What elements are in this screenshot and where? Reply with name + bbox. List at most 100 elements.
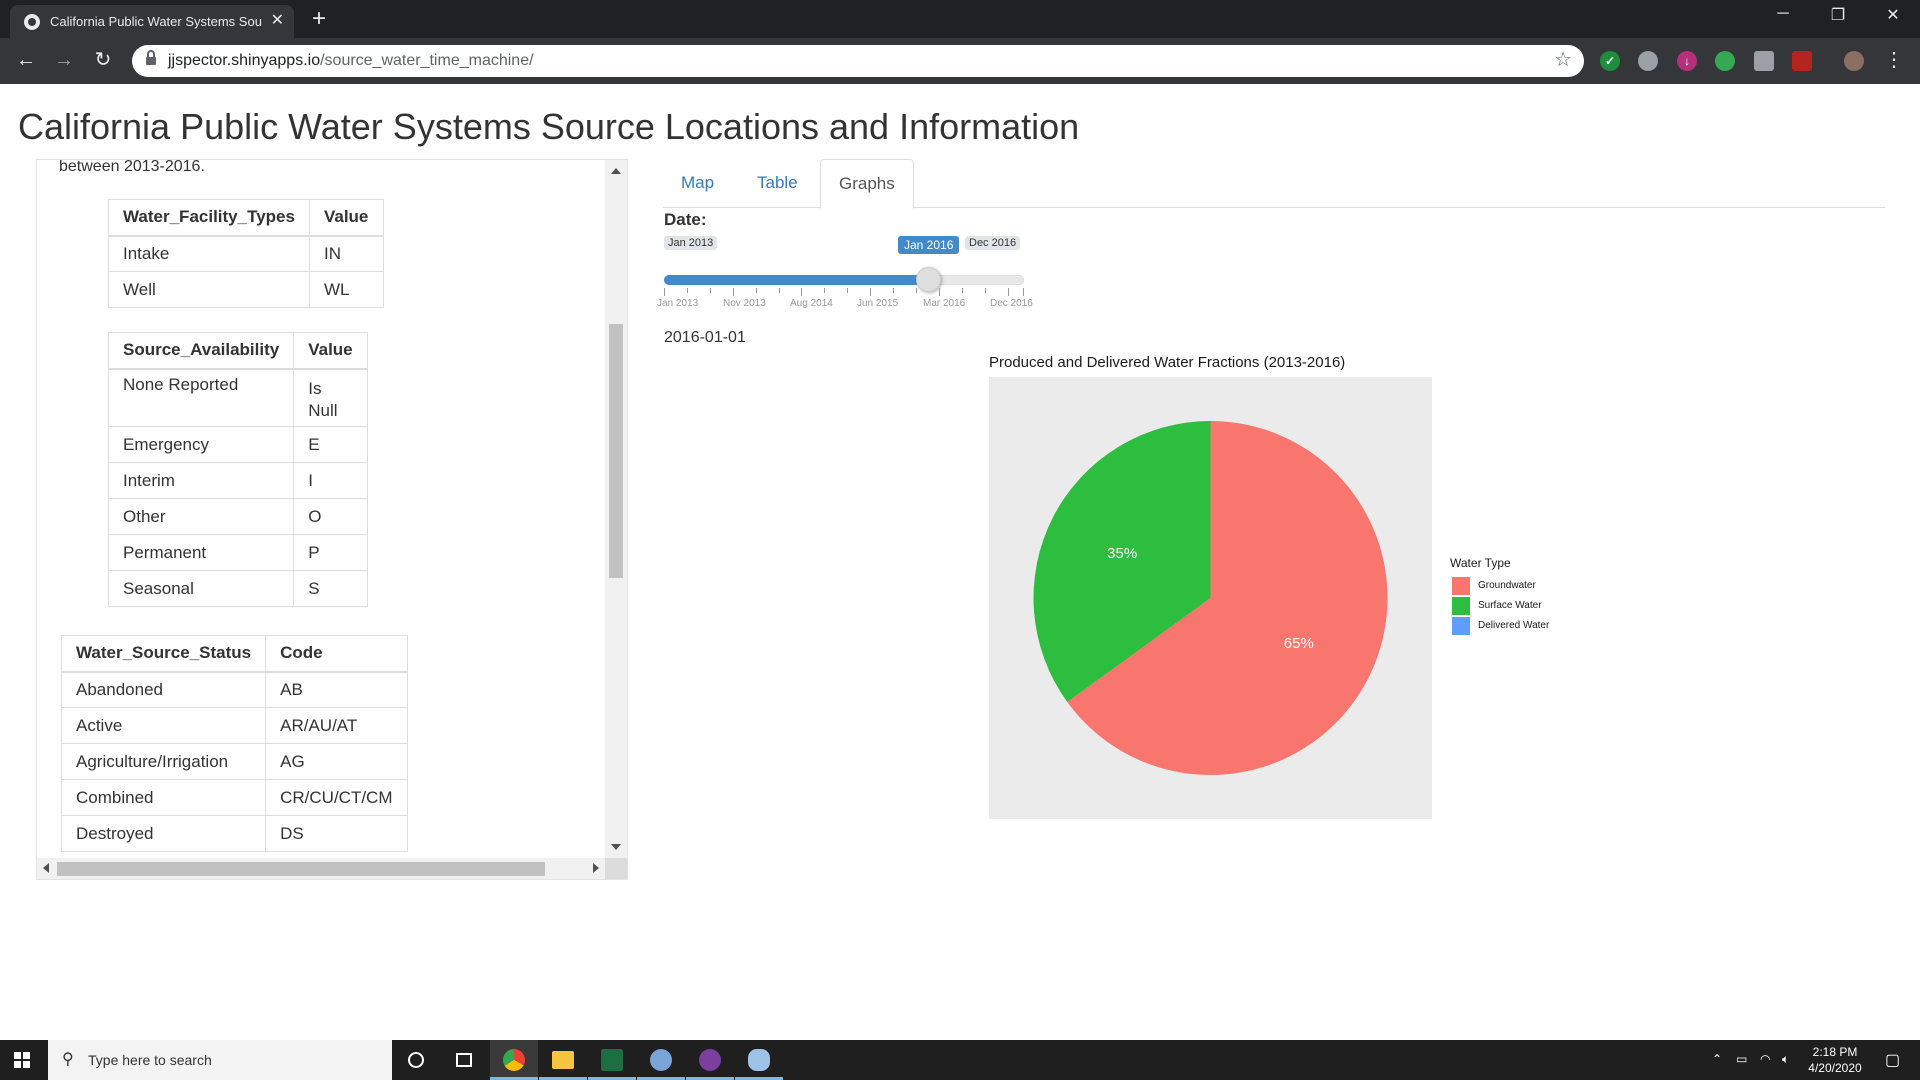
bookmark-star-icon[interactable]: ☆	[1554, 49, 1572, 71]
windows-start-icon[interactable]	[14, 1052, 30, 1068]
page-title: California Public Water Systems Source L…	[18, 106, 1080, 147]
search-icon: ⚲	[62, 1051, 74, 1068]
table-cell-text: Is Null	[308, 378, 338, 420]
app-purple-icon[interactable]	[686, 1040, 734, 1080]
back-button[interactable]: ←	[14, 49, 38, 71]
profile-avatar[interactable]	[1844, 51, 1864, 71]
chart-legend: Water Type Groundwater Surface Water Del…	[1450, 556, 1549, 636]
table-row: Intake IN	[108, 235, 384, 272]
source-availability-table: Source_Availability Value None Reported I…	[107, 332, 369, 607]
table-cell: None Reported	[107, 368, 295, 427]
table-cell: IN	[308, 235, 384, 272]
reload-button[interactable]: ↻	[91, 49, 115, 71]
table-cell: Agriculture/Irrigation	[60, 743, 267, 780]
taskbar-search-box[interactable]: ⚲ Type here to search	[48, 1040, 392, 1080]
table-cell: Well	[108, 271, 310, 308]
slider-tick	[984, 288, 986, 293]
table-cell: P	[293, 534, 369, 571]
extension-check-icon[interactable]: ✓	[1600, 51, 1620, 71]
chevron-up-icon[interactable]: ⌃	[1712, 1052, 1722, 1066]
plot-panel: 65% 35%	[989, 377, 1432, 819]
table-cell: Combined	[60, 779, 267, 816]
close-window-button[interactable]: ✕	[1870, 5, 1916, 25]
slider-value-label: Jan 2016	[898, 236, 960, 254]
table-header: Code	[265, 635, 408, 673]
extension-reader-icon[interactable]	[1754, 51, 1774, 71]
slider-tick	[893, 288, 895, 293]
table-row: Active AR/AU/AT	[60, 707, 408, 744]
cortana-icon[interactable]	[392, 1040, 440, 1080]
tab-table[interactable]: Table	[739, 159, 816, 208]
minimize-button[interactable]: ─	[1760, 5, 1806, 23]
legend-item: Surface Water	[1450, 596, 1542, 616]
scroll-up-arrow-icon[interactable]	[611, 168, 621, 174]
address-bar[interactable]: jjspector.shinyapps.io/source_water_time…	[132, 45, 1584, 77]
slider-tick	[938, 288, 940, 296]
legend-title: Water Type	[1450, 556, 1511, 570]
task-view-icon[interactable]	[440, 1040, 488, 1080]
table-row: Agriculture/Irrigation AG	[60, 743, 408, 780]
restore-button[interactable]: ❐	[1815, 5, 1861, 25]
vertical-scroll-thumb[interactable]	[609, 324, 623, 578]
sidebar-panel[interactable]: between 2013-2016. Water_Facility_Types …	[36, 159, 628, 880]
tab-map[interactable]: Map	[663, 159, 732, 208]
legend-label: Delivered Water	[1478, 620, 1550, 631]
tick-label: Aug 2014	[790, 298, 833, 309]
date-label: Date:	[664, 210, 707, 229]
slider-ticks	[664, 288, 1024, 296]
extension-download-icon[interactable]: ↓	[1677, 51, 1697, 71]
browser-tab[interactable]: California Public Water Systems Source ✕	[10, 5, 294, 38]
table-header: Water_Facility_Types	[108, 199, 310, 237]
paint-icon[interactable]	[735, 1040, 783, 1080]
file-explorer-icon[interactable]	[539, 1040, 587, 1080]
horizontal-scroll-thumb[interactable]	[57, 862, 545, 876]
slider-tick	[709, 288, 711, 293]
slider-tick	[801, 288, 803, 296]
battery-icon[interactable]: ▭	[1736, 1052, 1747, 1066]
extension-circle-icon[interactable]	[1638, 51, 1658, 71]
lock-icon	[146, 50, 156, 66]
slider-tick	[824, 288, 826, 293]
table-cell: Permanent	[107, 534, 295, 571]
r-app-icon[interactable]	[637, 1040, 685, 1080]
slider-tick	[686, 288, 688, 293]
tab-graphs[interactable]: Graphs	[820, 159, 914, 209]
table-row: Interim I	[107, 462, 369, 499]
notification-icon[interactable]: ▢	[1885, 1050, 1900, 1070]
menu-kebab-icon[interactable]: ⋮	[1882, 49, 1906, 71]
vertical-scrollbar[interactable]	[605, 160, 627, 858]
scrollbar-corner	[605, 858, 627, 879]
tab-title: California Public Water Systems Source	[50, 14, 262, 29]
table-cell: Active	[60, 707, 267, 744]
slider-max-label: Dec 2016	[965, 236, 1021, 250]
close-tab-icon[interactable]: ✕	[271, 12, 284, 30]
chart-title: Produced and Delivered Water Fractions (…	[989, 354, 1346, 371]
table-header: Value	[293, 332, 369, 370]
table-header: Water_Source_Status	[60, 635, 267, 673]
legend-key	[1452, 577, 1470, 595]
windows-taskbar: ⚲ Type here to search ⌃ ▭ ◠ 🔈︎ 2:18 PM 4…	[0, 1040, 1920, 1080]
volume-icon[interactable]: 🔈︎	[1782, 1052, 1789, 1067]
scroll-right-arrow-icon[interactable]	[593, 863, 599, 873]
date-slider[interactable]: Jan 2013 Dec 2016 Jan 2016 Jan 2013 Nov …	[657, 234, 1040, 314]
table-row: None Reported Is Null	[107, 368, 369, 427]
scroll-down-arrow-icon[interactable]	[611, 844, 621, 850]
extension-pdf-icon[interactable]	[1792, 51, 1812, 71]
table-row: Seasonal S	[107, 570, 369, 607]
slider-tick	[1023, 288, 1024, 296]
wifi-icon[interactable]: ◠	[1760, 1052, 1770, 1066]
legend-label: Surface Water	[1478, 600, 1542, 611]
scroll-left-arrow-icon[interactable]	[43, 863, 49, 873]
table-cell: Emergency	[107, 426, 295, 463]
chrome-taskbar-icon[interactable]	[490, 1040, 538, 1080]
horizontal-scrollbar[interactable]	[37, 858, 607, 879]
table-cell: Intake	[108, 235, 310, 272]
new-tab-button[interactable]: +	[312, 6, 326, 32]
forward-button[interactable]: →	[52, 49, 76, 71]
globe-icon	[24, 14, 40, 30]
slider-min-label: Jan 2013	[664, 236, 718, 250]
slider-tick	[755, 288, 757, 293]
extension-leaf-icon[interactable]	[1715, 51, 1735, 71]
taskbar-clock[interactable]: 2:18 PM 4/20/2020	[1790, 1044, 1880, 1076]
excel-icon[interactable]	[588, 1040, 636, 1080]
